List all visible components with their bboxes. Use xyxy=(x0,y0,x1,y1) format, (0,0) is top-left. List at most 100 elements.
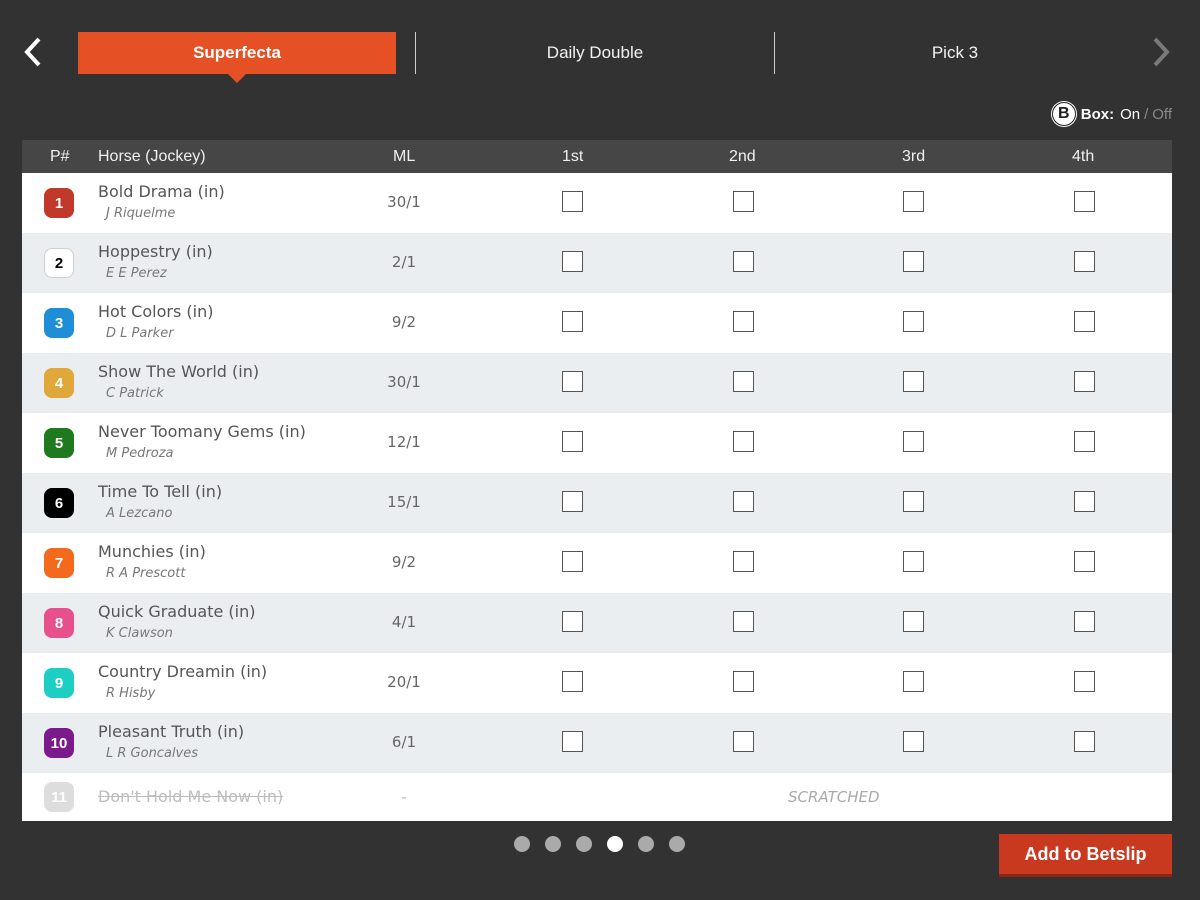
table-row-scratched: 11 Don't Hold Me Now (in) - SCRATCHED xyxy=(22,773,1172,821)
checkbox-second[interactable] xyxy=(733,371,754,392)
table-row: 3 Hot Colors (in) D L Parker 9/2 xyxy=(22,293,1172,353)
checkbox-first[interactable] xyxy=(562,431,583,452)
checkbox-first[interactable] xyxy=(562,551,583,572)
pager-dot[interactable] xyxy=(638,836,654,852)
saddle-number: 8 xyxy=(44,608,74,638)
horse-name: Time To Tell (in) xyxy=(98,482,223,501)
checkbox-second[interactable] xyxy=(733,491,754,512)
checkbox-fourth[interactable] xyxy=(1074,431,1095,452)
header-4th: 4th xyxy=(1072,148,1095,165)
table-row: 1 Bold Drama (in) J Riquelme 30/1 xyxy=(22,173,1172,233)
checkbox-first[interactable] xyxy=(562,371,583,392)
checkbox-first[interactable] xyxy=(562,311,583,332)
checkbox-second[interactable] xyxy=(733,671,754,692)
morning-line-odds: 15/1 xyxy=(387,493,421,511)
horse-name: Hot Colors (in) xyxy=(98,302,214,321)
jockey-name: M Pedroza xyxy=(106,446,174,461)
checkbox-fourth[interactable] xyxy=(1074,551,1095,572)
tab-pick-3[interactable]: Pick 3 xyxy=(775,32,1135,74)
checkbox-second[interactable] xyxy=(733,611,754,632)
checkbox-third[interactable] xyxy=(903,431,924,452)
jockey-name: R Hisby xyxy=(106,686,156,701)
box-icon: B xyxy=(1051,102,1076,126)
checkbox-third[interactable] xyxy=(903,731,924,752)
checkbox-third[interactable] xyxy=(903,191,924,212)
chevron-right-icon[interactable] xyxy=(1146,30,1176,74)
checkbox-first[interactable] xyxy=(562,191,583,212)
jockey-name: L R Goncalves xyxy=(106,746,198,761)
checkbox-fourth[interactable] xyxy=(1074,611,1095,632)
morning-line-odds: 9/2 xyxy=(391,313,417,331)
checkbox-second[interactable] xyxy=(733,431,754,452)
checkbox-fourth[interactable] xyxy=(1074,191,1095,212)
checkbox-second[interactable] xyxy=(733,731,754,752)
saddle-number: 9 xyxy=(44,668,74,698)
checkbox-first[interactable] xyxy=(562,251,583,272)
saddle-number: 7 xyxy=(44,548,74,578)
pager-dot[interactable] xyxy=(514,836,530,852)
checkbox-second[interactable] xyxy=(733,191,754,212)
tab-daily-double[interactable]: Daily Double xyxy=(416,32,774,74)
checkbox-second[interactable] xyxy=(733,251,754,272)
saddle-number: 1 xyxy=(44,188,74,218)
checkbox-fourth[interactable] xyxy=(1074,491,1095,512)
table-body: 1 Bold Drama (in) J Riquelme 30/1 2 Hoppestry… xyxy=(22,173,1172,821)
box-label: Box: xyxy=(1080,105,1115,123)
horse-name: Hoppestry (in) xyxy=(98,242,213,261)
pager-dot[interactable] xyxy=(669,836,685,852)
checkbox-first[interactable] xyxy=(562,491,583,512)
checkbox-fourth[interactable] xyxy=(1074,311,1095,332)
checkbox-first[interactable] xyxy=(562,731,583,752)
morning-line-odds: 9/2 xyxy=(391,553,417,571)
checkbox-third[interactable] xyxy=(903,251,924,272)
table-row: 10 Pleasant Truth (in) L R Goncalves 6/1 xyxy=(22,713,1172,773)
saddle-number: 3 xyxy=(44,308,74,338)
jockey-name: J Riquelme xyxy=(106,206,176,221)
box-separator: / xyxy=(1144,105,1149,123)
bet-type-bar: Superfecta Daily Double Pick 3 xyxy=(0,0,1200,90)
checkbox-second[interactable] xyxy=(733,311,754,332)
table-row: 4 Show The World (in) C Patrick 30/1 xyxy=(22,353,1172,413)
add-to-betslip-button[interactable]: Add to Betslip xyxy=(999,834,1172,874)
morning-line-odds: 6/1 xyxy=(391,733,417,751)
checkbox-fourth[interactable] xyxy=(1074,251,1095,272)
checkbox-second[interactable] xyxy=(733,551,754,572)
table-row: 2 Hoppestry (in) E E Perez 2/1 xyxy=(22,233,1172,293)
horse-name: Never Toomany Gems (in) xyxy=(98,422,306,441)
jockey-name: D L Parker xyxy=(106,326,174,341)
checkbox-third[interactable] xyxy=(903,371,924,392)
morning-line-odds: 12/1 xyxy=(387,433,421,451)
jockey-name: A Lezcano xyxy=(106,506,173,521)
table-header: P# Horse (Jockey) ML 1st 2nd 3rd 4th xyxy=(22,140,1172,173)
checkbox-third[interactable] xyxy=(903,551,924,572)
entries-table: P# Horse (Jockey) ML 1st 2nd 3rd 4th 1 Bo… xyxy=(22,140,1172,821)
header-pnum: P# xyxy=(50,148,70,165)
box-on-option[interactable]: On xyxy=(1120,106,1140,123)
header-horse: Horse (Jockey) xyxy=(98,148,206,165)
checkbox-fourth[interactable] xyxy=(1074,371,1095,392)
saddle-number: 11 xyxy=(44,782,74,812)
pager-dot[interactable] xyxy=(576,836,592,852)
chevron-left-icon[interactable] xyxy=(18,30,48,74)
checkbox-third[interactable] xyxy=(903,611,924,632)
scratched-label: SCRATCHED xyxy=(788,788,880,806)
checkbox-third[interactable] xyxy=(903,491,924,512)
header-2nd: 2nd xyxy=(729,148,756,165)
checkbox-third[interactable] xyxy=(903,311,924,332)
pager-dot[interactable] xyxy=(545,836,561,852)
morning-line-odds: 30/1 xyxy=(387,193,421,211)
checkbox-third[interactable] xyxy=(903,671,924,692)
pager-dot[interactable] xyxy=(607,836,623,852)
tab-superfecta[interactable]: Superfecta xyxy=(78,32,396,83)
checkbox-first[interactable] xyxy=(562,671,583,692)
jockey-name: E E Perez xyxy=(106,266,167,281)
checkbox-fourth[interactable] xyxy=(1074,731,1095,752)
saddle-number: 6 xyxy=(44,488,74,518)
checkbox-fourth[interactable] xyxy=(1074,671,1095,692)
table-row: 6 Time To Tell (in) A Lezcano 15/1 xyxy=(22,473,1172,533)
box-off-option[interactable]: Off xyxy=(1152,106,1172,123)
jockey-name: K Clawson xyxy=(106,626,173,641)
horse-name: Bold Drama (in) xyxy=(98,182,225,201)
table-row: 9 Country Dreamin (in) R Hisby 20/1 xyxy=(22,653,1172,713)
checkbox-first[interactable] xyxy=(562,611,583,632)
